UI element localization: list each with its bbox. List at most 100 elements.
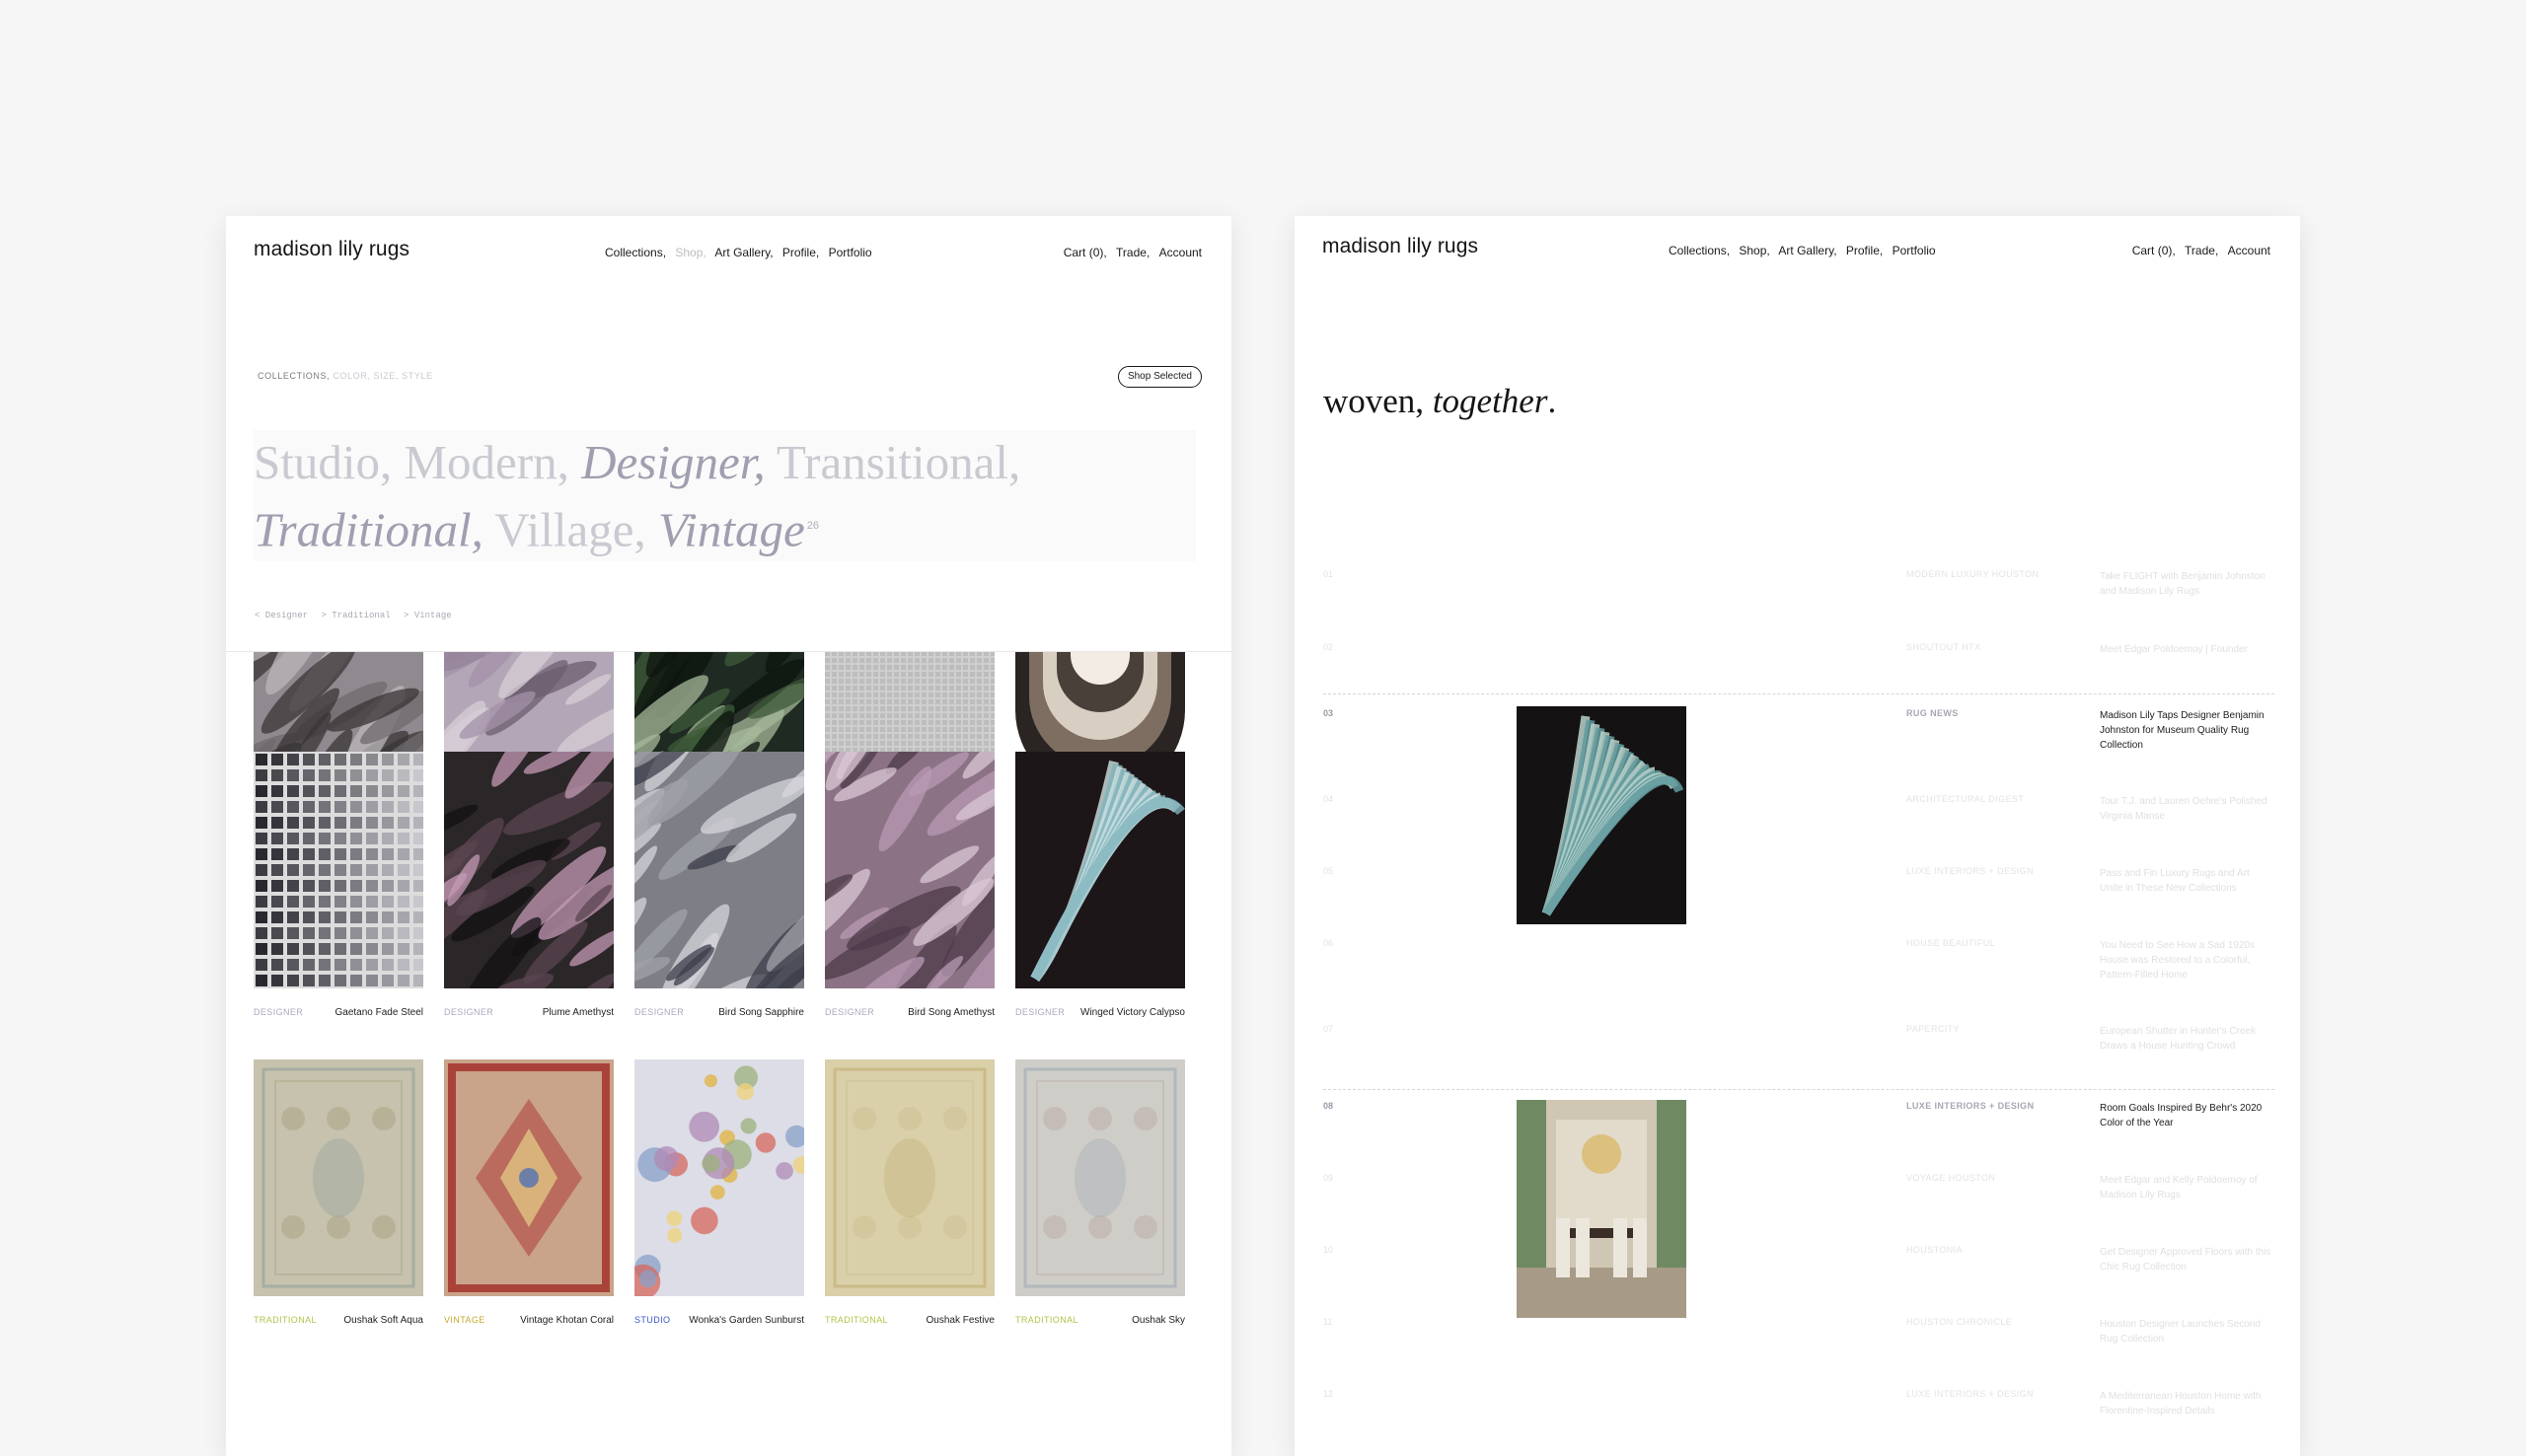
product-card[interactable]: TRADITIONAL Oushak Sky bbox=[1015, 1059, 1185, 1329]
nav-shop[interactable]: Shop, bbox=[675, 246, 706, 259]
press-thumbnail[interactable] bbox=[1517, 706, 1686, 924]
press-title[interactable]: A Mediterranean Houston Home with Floren… bbox=[2100, 1389, 2272, 1419]
style-studio[interactable]: Studio, bbox=[254, 435, 392, 489]
account-link[interactable]: Account bbox=[1159, 246, 1202, 259]
nav-profile[interactable]: Profile, bbox=[1846, 244, 1883, 257]
utility-nav: Cart (0), Trade, Account bbox=[1058, 246, 1202, 259]
product-image[interactable] bbox=[825, 752, 995, 988]
press-title[interactable]: Meet Edgar Poldoemoy | Founder bbox=[2100, 642, 2272, 657]
press-thumbnail[interactable] bbox=[1517, 1100, 1686, 1318]
style-designer[interactable]: Designer, bbox=[581, 435, 765, 489]
crumb-vintage[interactable]: > Vintage bbox=[404, 611, 452, 620]
press-row[interactable]: 12 LUXE INTERIORS + DESIGN A Mediterranean… bbox=[1323, 1389, 2274, 1428]
filter-style[interactable]: STYLE bbox=[402, 371, 433, 381]
press-row[interactable]: 11 HOUSTON CHRONICLE Houston Designer Laun… bbox=[1323, 1317, 2274, 1356]
product-image[interactable] bbox=[825, 1059, 995, 1296]
style-traditional[interactable]: Traditional, bbox=[254, 502, 483, 556]
product-image[interactable] bbox=[634, 752, 804, 988]
press-row[interactable]: 08 LUXE INTERIORS + DESIGN Room Goals Insp… bbox=[1323, 1101, 2274, 1140]
style-line-1: Studio, Modern, Designer, Transitional, bbox=[254, 430, 1196, 494]
product-card[interactable]: VINTAGE Vintage Khotan Coral bbox=[444, 1059, 614, 1329]
product-card[interactable]: DESIGNER Gaetano Fade Steel bbox=[254, 752, 423, 1021]
site-header: madison lily rugs Collections, Shop, Art… bbox=[1295, 216, 2300, 295]
product-card[interactable]: DESIGNER Plume Amethyst bbox=[444, 752, 614, 1021]
product-card[interactable]: DESIGNER Bird Song Sapphire bbox=[634, 752, 804, 1021]
press-title[interactable]: Madison Lily Taps Designer Benjamin John… bbox=[2100, 708, 2272, 753]
main-nav: Collections, Shop, Art Gallery, Profile,… bbox=[605, 246, 878, 259]
product-name[interactable]: Bird Song Amethyst bbox=[908, 1007, 995, 1018]
product-name[interactable]: Gaetano Fade Steel bbox=[334, 1007, 423, 1018]
filter-color[interactable]: COLOR, bbox=[333, 371, 370, 381]
product-name[interactable]: Winged Victory Calypso bbox=[1080, 1007, 1185, 1018]
product-card[interactable]: DESIGNER Bird Song Amethyst bbox=[825, 752, 995, 1021]
product-card[interactable]: TRADITIONAL Oushak Soft Aqua bbox=[254, 1059, 423, 1329]
cart-link[interactable]: Cart (0), bbox=[1064, 246, 1107, 259]
press-row[interactable]: 02 SHOUTOUT HTX Meet Edgar Poldoemoy | Fou… bbox=[1323, 642, 2274, 682]
press-row[interactable]: 01 MODERN LUXURY HOUSTON Take FLIGHT with … bbox=[1323, 569, 2274, 609]
filter-collections[interactable]: COLLECTIONS, bbox=[258, 371, 330, 381]
shop-selected-button[interactable]: Shop Selected bbox=[1117, 366, 1202, 388]
product-name[interactable]: Bird Song Sapphire bbox=[718, 1007, 804, 1018]
press-title[interactable]: Houston Designer Launches Second Rug Col… bbox=[2100, 1317, 2272, 1347]
product-category: DESIGNER bbox=[1015, 1007, 1066, 1017]
product-image[interactable] bbox=[1015, 1059, 1185, 1296]
press-row[interactable]: 03 RUG NEWS Madison Lily Taps Designer Ben… bbox=[1323, 708, 2274, 751]
press-title[interactable]: Meet Edgar and Kelly Poldoemoy of Madiso… bbox=[2100, 1173, 2272, 1202]
product-card[interactable]: DESIGNER Winged Victory Calypso bbox=[1015, 752, 1185, 1021]
filter-size[interactable]: SIZE, bbox=[374, 371, 400, 381]
tagline-italic: together bbox=[1432, 382, 1548, 420]
account-link[interactable]: Account bbox=[2228, 244, 2270, 257]
nav-art-gallery[interactable]: Art Gallery, bbox=[714, 246, 773, 259]
press-title[interactable]: Get Designer Approved Floors with this C… bbox=[2100, 1245, 2272, 1274]
product-image[interactable] bbox=[254, 1059, 423, 1296]
product-name[interactable]: Plume Amethyst bbox=[543, 1007, 614, 1018]
nav-art-gallery[interactable]: Art Gallery, bbox=[1778, 244, 1836, 257]
product-name[interactable]: Vintage Khotan Coral bbox=[520, 1315, 614, 1326]
product-image[interactable] bbox=[254, 752, 423, 988]
press-row[interactable]: 05 LUXE INTERIORS + DESIGN Pass and Fin Lu… bbox=[1323, 866, 2274, 906]
style-transitional[interactable]: Transitional, bbox=[777, 435, 1020, 489]
press-title[interactable]: Room Goals Inspired By Behr's 2020 Color… bbox=[2100, 1101, 2272, 1130]
press-title[interactable]: You Need to See How a Sad 1920s House wa… bbox=[2100, 938, 2272, 983]
press-title[interactable]: European Shutter in Hunter's Creek Draws… bbox=[2100, 1024, 2272, 1054]
product-image[interactable] bbox=[634, 1059, 804, 1296]
product-image[interactable] bbox=[444, 752, 614, 988]
nav-portfolio[interactable]: Portfolio bbox=[1893, 244, 1936, 257]
product-card[interactable]: TRADITIONAL Oushak Festive bbox=[825, 1059, 995, 1329]
nav-profile[interactable]: Profile, bbox=[782, 246, 819, 259]
press-title[interactable]: Take FLIGHT with Benjamin Johnston and M… bbox=[2100, 569, 2272, 599]
product-name[interactable]: Oushak Sky bbox=[1132, 1315, 1185, 1326]
style-modern[interactable]: Modern, bbox=[404, 435, 568, 489]
press-row[interactable]: 10 HOUSTONIA Get Designer Approved Floors … bbox=[1323, 1245, 2274, 1284]
press-row[interactable]: 07 PAPERCITY European Shutter in Hunter's … bbox=[1323, 1024, 2274, 1063]
product-image[interactable] bbox=[444, 1059, 614, 1296]
press-row[interactable]: 04 ARCHITECTURAL DIGEST Tour T.J. and Laur… bbox=[1323, 794, 2274, 834]
nav-shop[interactable]: Shop, bbox=[1739, 244, 1769, 257]
press-publication: PAPERCITY bbox=[1906, 1024, 1960, 1034]
product-image[interactable] bbox=[1015, 752, 1185, 988]
active-filter-crumbs: < Designer > Traditional > Vintage bbox=[255, 611, 460, 620]
nav-collections[interactable]: Collections, bbox=[605, 246, 666, 259]
brand-logo[interactable]: madison lily rugs bbox=[1322, 235, 1478, 258]
trade-link[interactable]: Trade, bbox=[2185, 244, 2218, 257]
press-row[interactable]: 09 VOYAGE HOUSTON Meet Edgar and Kelly Pol… bbox=[1323, 1173, 2274, 1212]
crumb-traditional[interactable]: > Traditional bbox=[321, 611, 390, 620]
cart-link[interactable]: Cart (0), bbox=[2132, 244, 2176, 257]
nav-collections[interactable]: Collections, bbox=[1669, 244, 1730, 257]
product-category: TRADITIONAL bbox=[825, 1315, 888, 1325]
nav-portfolio[interactable]: Portfolio bbox=[829, 246, 872, 259]
press-publication: ARCHITECTURAL DIGEST bbox=[1906, 794, 2025, 804]
product-name[interactable]: Wonka's Garden Sunburst bbox=[689, 1315, 804, 1326]
style-village[interactable]: Village, bbox=[494, 502, 646, 556]
style-vintage[interactable]: Vintage bbox=[658, 502, 805, 556]
press-row[interactable]: 06 HOUSE BEAUTIFUL You Need to See How a S… bbox=[1323, 938, 2274, 981]
crumb-designer[interactable]: < Designer bbox=[255, 611, 308, 620]
product-name[interactable]: Oushak Festive bbox=[927, 1315, 995, 1326]
brand-logo[interactable]: madison lily rugs bbox=[254, 238, 409, 261]
press-title[interactable]: Pass and Fin Luxury Rugs and Art Unite i… bbox=[2100, 866, 2272, 896]
product-name[interactable]: Oushak Soft Aqua bbox=[343, 1315, 423, 1326]
product-category: DESIGNER bbox=[634, 1007, 685, 1017]
product-card[interactable]: STUDIO Wonka's Garden Sunburst bbox=[634, 1059, 804, 1329]
trade-link[interactable]: Trade, bbox=[1116, 246, 1150, 259]
press-title[interactable]: Tour T.J. and Lauren Oehre's Polished Vi… bbox=[2100, 794, 2272, 824]
